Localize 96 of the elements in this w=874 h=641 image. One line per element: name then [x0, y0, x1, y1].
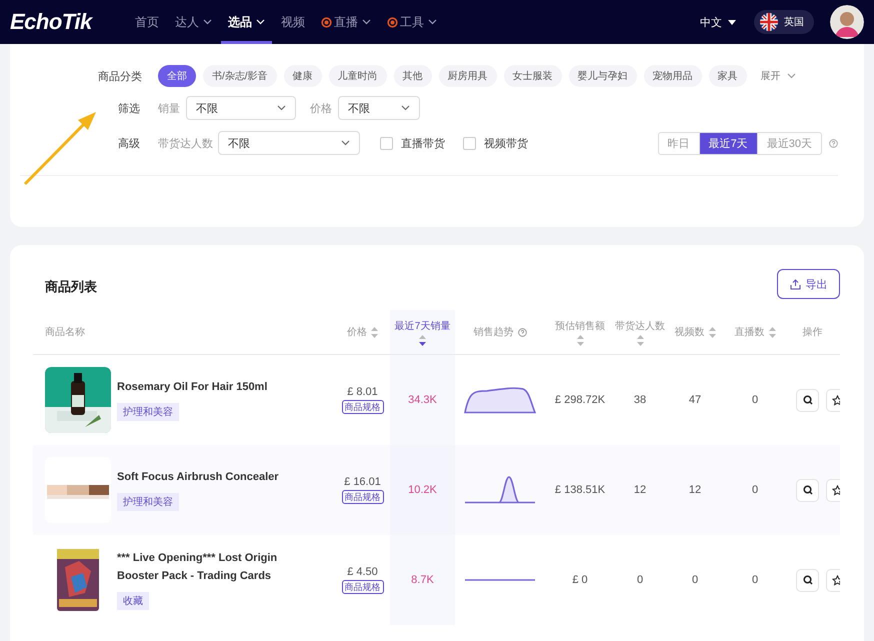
- checkbox[interactable]: [463, 136, 476, 150]
- search-icon: [802, 395, 812, 405]
- nav-tab[interactable]: 工具: [380, 0, 444, 44]
- search-icon: [802, 485, 812, 495]
- avatar[interactable]: [830, 5, 864, 39]
- field-label: 带货达人数: [158, 136, 213, 150]
- sort-icon: [708, 326, 716, 338]
- chevron-icon: [277, 105, 286, 111]
- price: £ 8.01: [347, 386, 378, 398]
- chevron-icon: [256, 19, 265, 25]
- star-icon: [832, 484, 840, 496]
- sort-icon: [371, 326, 378, 338]
- search-button[interactable]: [796, 388, 819, 412]
- product-name[interactable]: *** Live Opening*** Lost Origin Booster Pack - Trading Cards: [117, 550, 297, 586]
- category-tag: 护理和美容: [117, 492, 179, 511]
- checkbox-label: 直播带货: [401, 136, 445, 150]
- category-chip[interactable]: 厨房用具: [438, 65, 497, 87]
- column-header: 商品名称: [44, 326, 86, 340]
- chevron-icon: [362, 19, 371, 25]
- sort-icon: [636, 334, 644, 346]
- product-name[interactable]: Rosemary Oil For Hair 150ml: [117, 379, 268, 397]
- chevron-icon: [203, 19, 212, 25]
- region-select[interactable]: 英国: [754, 10, 814, 34]
- price: £ 16.01: [344, 476, 381, 488]
- category-chip[interactable]: 书/杂志/影音: [203, 65, 277, 87]
- nav-tab[interactable]: 直播: [314, 0, 378, 44]
- category-chip[interactable]: 健康: [284, 65, 322, 87]
- field-label: 销量: [158, 102, 180, 116]
- spec-button[interactable]: 商品规格: [342, 400, 384, 414]
- product-name[interactable]: Soft Focus Airbrush Concealer: [117, 469, 279, 487]
- star-icon: [832, 394, 840, 406]
- table-cell: 0: [752, 484, 758, 496]
- filter-label: 高级: [118, 136, 141, 150]
- checkbox-label: 视频带货: [484, 136, 528, 150]
- table-cell: 0: [752, 574, 758, 586]
- checkbox[interactable]: [380, 136, 393, 150]
- sales-value: 10.2K: [408, 484, 437, 496]
- table-cell: £ 298.72K: [554, 394, 606, 406]
- chevron-icon: [428, 19, 437, 25]
- table-cell: 0: [636, 574, 644, 586]
- search-icon: [802, 575, 812, 585]
- table-cell: 0: [692, 574, 698, 586]
- sort-icon: [576, 334, 584, 346]
- table-cell: 38: [634, 394, 646, 406]
- range-tab[interactable]: 最近7天: [698, 132, 757, 154]
- sales-value: 34.3K: [408, 394, 437, 406]
- search-button[interactable]: [796, 478, 819, 502]
- caret-icon: [728, 20, 736, 24]
- sort-icon: [419, 334, 426, 346]
- category-tag: 护理和美容: [117, 402, 179, 421]
- column-header: 操作: [802, 326, 824, 340]
- filter-label: 商品分类: [98, 70, 143, 84]
- sort-icon: [768, 326, 776, 338]
- table-cell: 12: [688, 484, 702, 496]
- expand-button[interactable]: 展开: [760, 69, 796, 83]
- column-header[interactable]: 最近7天销量: [390, 310, 455, 354]
- flag-icon: [760, 13, 778, 31]
- nav-tab[interactable]: 首页: [128, 0, 166, 44]
- export-button[interactable]: 导出: [777, 269, 840, 299]
- category-chip[interactable]: 家具: [708, 65, 747, 87]
- logo[interactable]: EchoTik: [10, 9, 128, 35]
- field-label: 价格: [310, 102, 332, 116]
- category-chip[interactable]: 儿童时尚: [328, 65, 387, 87]
- live-icon: [321, 16, 332, 28]
- category-chip[interactable]: 婴儿与孕妇: [568, 65, 637, 87]
- table-cell: £ 0: [572, 574, 588, 586]
- nav-tab[interactable]: 视频: [274, 0, 312, 44]
- language-select[interactable]: 中文: [700, 14, 736, 30]
- category-chip[interactable]: 其他: [394, 65, 432, 87]
- spec-button[interactable]: 商品规格: [342, 580, 384, 594]
- help-icon: [518, 328, 526, 336]
- spec-button[interactable]: 商品规格: [342, 490, 384, 504]
- panel-title: 商品列表: [45, 278, 97, 296]
- sales-select[interactable]: 不限: [186, 96, 296, 120]
- column-header: 销售趋势: [455, 324, 545, 340]
- chevron-icon: [786, 73, 796, 79]
- sales-value: 8.7K: [411, 574, 434, 586]
- category-chip[interactable]: 女士服装: [504, 65, 562, 87]
- table-cell: 12: [634, 484, 646, 496]
- filter-label: 筛选: [118, 102, 141, 116]
- chevron-icon: [341, 140, 350, 146]
- nav-tab[interactable]: 达人: [168, 0, 219, 44]
- creators-select[interactable]: 不限: [218, 131, 360, 155]
- table-cell: 47: [688, 394, 702, 406]
- category-chip[interactable]: 全部: [158, 65, 196, 87]
- live-icon: [387, 16, 398, 28]
- table-cell: £ 138.51K: [554, 484, 606, 496]
- chevron-icon: [401, 105, 410, 111]
- star-icon: [832, 574, 840, 586]
- category-chip[interactable]: 宠物用品: [644, 65, 702, 87]
- price: £ 4.50: [347, 566, 378, 578]
- export-icon: [790, 278, 800, 290]
- table-cell: 0: [752, 394, 758, 406]
- search-button[interactable]: [796, 568, 819, 592]
- price-select[interactable]: 不限: [338, 96, 420, 120]
- category-tag: 收藏: [117, 592, 149, 610]
